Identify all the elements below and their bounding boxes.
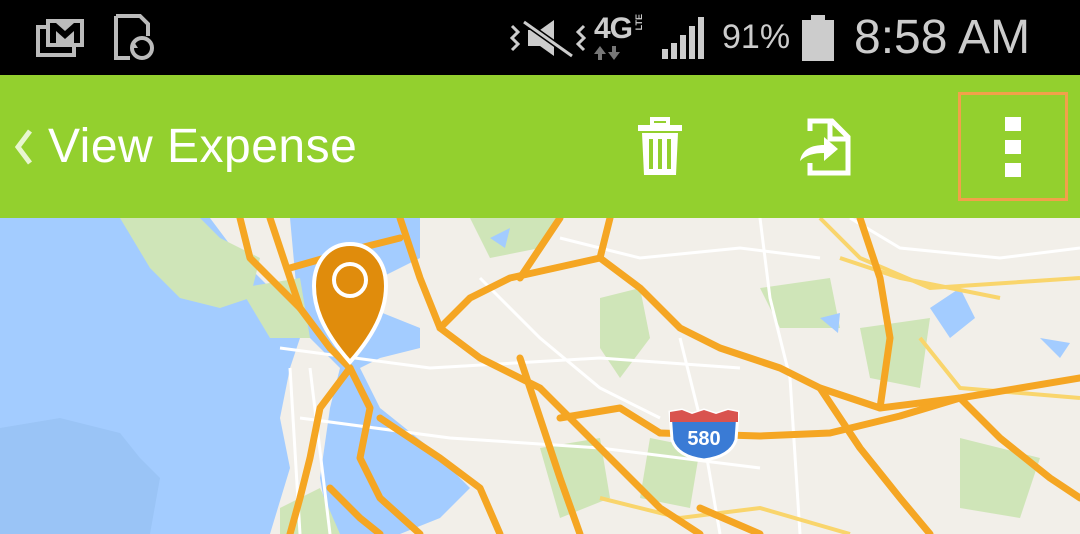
map-view[interactable]: 580 — [0, 218, 1080, 534]
back-button[interactable]: View Expense — [0, 75, 400, 218]
status-bar: 4G LTE 91% 8:58 AM — [0, 0, 1080, 75]
more-options-button[interactable] — [958, 92, 1068, 201]
data-arrows-icon — [594, 45, 620, 60]
export-icon — [796, 117, 852, 177]
map-canvas[interactable]: 580 — [0, 218, 1080, 534]
interstate-shield: 580 — [668, 408, 740, 462]
network-sub-label: LTE — [634, 13, 645, 30]
battery-icon — [800, 0, 836, 75]
interstate-number: 580 — [687, 428, 720, 450]
gmail-icon — [36, 0, 86, 75]
chevron-left-icon — [12, 127, 36, 167]
trash-icon — [636, 116, 684, 177]
app-bar: View Expense — [0, 75, 1080, 218]
export-button[interactable] — [764, 75, 884, 218]
page-title: View Expense — [48, 120, 358, 173]
network-label: 4G — [594, 11, 633, 45]
sync-icon — [112, 0, 156, 75]
mute-icon — [510, 0, 586, 75]
signal-icon — [660, 0, 708, 75]
delete-button[interactable] — [600, 75, 720, 218]
battery-percentage: 91% — [722, 18, 791, 56]
more-vert-icon — [1003, 115, 1023, 179]
clock: 8:58 AM — [854, 11, 1031, 64]
network-indicator: 4G LTE — [594, 0, 644, 75]
